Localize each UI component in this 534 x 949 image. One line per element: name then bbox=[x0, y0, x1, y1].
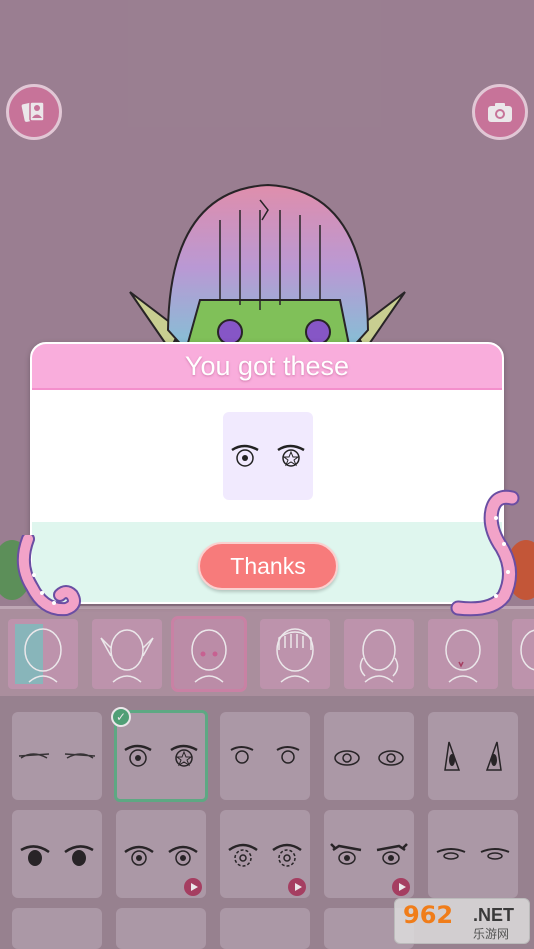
eye-option-lashed[interactable] bbox=[324, 810, 414, 898]
eye-option-sleepy[interactable] bbox=[12, 712, 102, 800]
thanks-button[interactable]: Thanks bbox=[198, 542, 338, 590]
eye-option-row3-2[interactable] bbox=[116, 908, 206, 949]
tab-head-partial[interactable] bbox=[512, 619, 534, 689]
wide-eyes-icon bbox=[334, 750, 404, 766]
head-base-icon bbox=[15, 624, 62, 684]
watermark-number: 962 bbox=[403, 901, 454, 929]
gallery-button[interactable] bbox=[6, 84, 62, 140]
head-round-icon bbox=[191, 629, 227, 683]
eye-option-oval-tall[interactable] bbox=[428, 712, 518, 800]
reward-item bbox=[223, 412, 313, 500]
eye-option-row3-3[interactable] bbox=[220, 908, 310, 949]
video-unlock-icon bbox=[288, 878, 306, 896]
narrow-eyes-icon bbox=[436, 848, 510, 860]
camera-button[interactable] bbox=[472, 84, 528, 140]
gear-eyes-icon bbox=[228, 843, 302, 867]
site-watermark: 962 .NET 乐游网 bbox=[394, 898, 530, 944]
eye-option-gear[interactable] bbox=[220, 810, 310, 898]
tentacle-right-decoration bbox=[450, 489, 520, 617]
eye-option-narrow[interactable] bbox=[428, 810, 518, 898]
head-partial-icon bbox=[520, 629, 534, 671]
eye-option-sharp[interactable] bbox=[12, 810, 102, 898]
head-bangs-icon bbox=[276, 628, 314, 683]
head-fangs-icon bbox=[445, 629, 481, 683]
anime-eyes-icon bbox=[231, 444, 305, 467]
sparkle-star-eyes-icon bbox=[124, 744, 198, 767]
tab-head-elf-ears[interactable] bbox=[92, 619, 162, 689]
tab-head-fangs[interactable] bbox=[428, 619, 498, 689]
ringed-eyes-icon bbox=[124, 845, 198, 866]
eye-option-round-small[interactable] bbox=[220, 712, 310, 800]
photo-album-icon bbox=[21, 101, 45, 122]
camera-icon bbox=[488, 103, 512, 122]
round-small-eyes-icon bbox=[230, 746, 300, 764]
check-icon: ✓ bbox=[111, 707, 131, 727]
tentacle-left-decoration bbox=[16, 535, 81, 617]
eye-option-sparkle-star[interactable]: ✓ bbox=[111, 707, 208, 802]
watermark-caption: 乐游网 bbox=[473, 927, 510, 941]
video-unlock-icon bbox=[184, 878, 202, 896]
watermark-suffix: .NET bbox=[473, 905, 515, 925]
dialog-body bbox=[32, 390, 502, 522]
tab-head-round[interactable] bbox=[171, 616, 247, 692]
head-elf-ears-icon bbox=[100, 629, 154, 683]
sleepy-eyes-icon bbox=[18, 753, 96, 759]
eye-option-row3-1[interactable] bbox=[12, 908, 102, 949]
reward-dialog: You got these Thanks bbox=[30, 342, 504, 604]
video-unlock-icon bbox=[392, 878, 410, 896]
tab-head-base[interactable] bbox=[8, 619, 78, 689]
sharp-eyes-icon bbox=[20, 845, 94, 866]
dialog-header: You got these bbox=[32, 344, 502, 390]
tab-head-braids[interactable] bbox=[344, 619, 414, 689]
dialog-title: You got these bbox=[184, 350, 350, 381]
oval-tall-eyes-icon bbox=[444, 741, 502, 771]
eye-option-wide[interactable] bbox=[324, 712, 414, 800]
lashed-eyes-icon bbox=[330, 843, 408, 865]
eye-option-ringed[interactable] bbox=[116, 810, 206, 898]
tab-head-bangs[interactable] bbox=[260, 619, 330, 689]
dialog-footer: Thanks bbox=[32, 522, 502, 602]
head-braids-icon bbox=[359, 629, 399, 683]
